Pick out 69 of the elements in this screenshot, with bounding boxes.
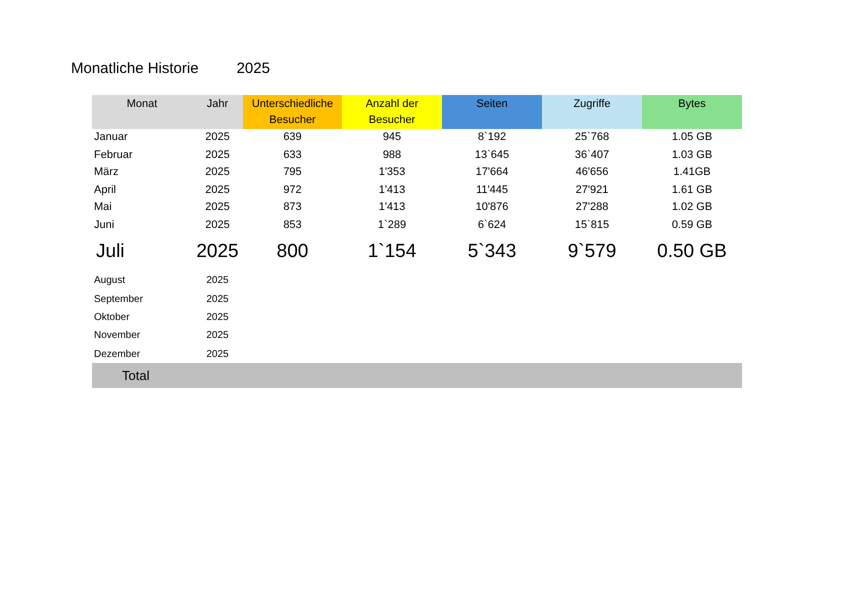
table-cell-text: 10'876 xyxy=(474,200,510,215)
table-cell-text: 2025 xyxy=(204,165,231,180)
month-cell-text: Oktober xyxy=(93,310,131,325)
column-header: Anzahl der Besucher xyxy=(342,94,442,128)
table-cell-text: 1.03 GB xyxy=(670,148,714,162)
month-cell: Januar xyxy=(92,128,192,146)
table-cell-text: 6`624 xyxy=(476,218,508,232)
page-title: Monatliche Historie xyxy=(71,59,199,79)
table-cell-text: 27'921 xyxy=(574,182,610,198)
table-cell: 945 xyxy=(342,128,442,146)
table-cell-text: 46'656 xyxy=(574,165,610,180)
table-cell-text: 1.41GB xyxy=(672,165,712,180)
table-cell-text: 36`407 xyxy=(574,148,610,162)
month-cell-text: April xyxy=(93,182,118,198)
table-cell-text: 1.02 GB xyxy=(670,200,714,215)
table-cell-text: 2025 xyxy=(204,218,231,232)
table-cell: 639 xyxy=(243,128,342,146)
column-header: Unterschiedliche Besucher xyxy=(243,94,342,128)
table-cell-text: 2025 xyxy=(204,200,231,215)
table-cell-text: 11'445 xyxy=(475,182,509,198)
month-cell: Dezember xyxy=(92,345,192,364)
table-cell-text: 9`579 xyxy=(566,240,618,264)
table-cell-text: 2025 xyxy=(205,274,230,288)
column-header: Zugriffe xyxy=(542,94,642,128)
table-cell-text: 1.61 GB xyxy=(670,182,714,198)
month-cell-text: Februar xyxy=(93,148,134,162)
table-cell-text: 800 xyxy=(276,240,310,264)
table-cell-text: 1`289 xyxy=(376,218,408,232)
table-cell-text: 972 xyxy=(282,182,303,198)
table-cell: 8`192 xyxy=(442,128,542,146)
table-cell-text: 1'413 xyxy=(378,182,406,198)
table-cell-text: 27'288 xyxy=(574,200,610,215)
month-cell-text: März xyxy=(93,165,120,180)
column-header: Seiten xyxy=(442,94,542,128)
table-cell: 1.05 GB xyxy=(642,128,742,146)
table-cell-text: 2025 xyxy=(204,148,231,162)
month-cell-text: Juli xyxy=(95,240,126,264)
table-cell-text: 15`815 xyxy=(574,218,610,232)
column-header: Monat xyxy=(92,94,192,128)
year-label: 2025 xyxy=(236,59,270,79)
table-cell-text: 2025 xyxy=(195,240,240,264)
table-cell: 25`768 xyxy=(542,128,642,146)
table-cell: 2025 xyxy=(192,345,243,364)
table-cell-text: 1'413 xyxy=(378,200,406,215)
table-cell-text: 17'664 xyxy=(474,165,510,180)
table-cell-text: 0.50 GB xyxy=(656,240,728,264)
column-header: Bytes xyxy=(642,94,742,128)
column-header: Jahr xyxy=(192,94,243,128)
table-cell-text: 853 xyxy=(282,218,303,232)
table-cell-text: 795 xyxy=(282,165,303,180)
month-cell-text: Juni xyxy=(93,218,116,232)
table-cell-text: 2025 xyxy=(205,329,230,344)
table-cell-text: 988 xyxy=(382,148,402,162)
table-cell-text: 1'353 xyxy=(378,165,406,180)
table-cell-text: 13`645 xyxy=(474,148,510,162)
month-cell-text: November xyxy=(93,329,142,344)
table-cell-text: 2025 xyxy=(205,310,230,325)
table-cell-text: 2025 xyxy=(205,292,230,307)
table-cell: 2025 xyxy=(192,128,243,146)
month-cell-text: August xyxy=(93,274,126,288)
month-cell-text: Mai xyxy=(93,200,113,215)
table-cell-text: 5`343 xyxy=(466,240,518,264)
table-cell-text: 0.59 GB xyxy=(670,218,714,232)
table-cell-text: 1`154 xyxy=(366,240,418,264)
table-cell-text: 633 xyxy=(282,148,303,162)
table-cell-text: 2025 xyxy=(204,182,231,198)
table-cell-text: 873 xyxy=(282,200,303,215)
total-row: Total xyxy=(92,363,742,388)
month-cell-text: September xyxy=(93,292,144,307)
